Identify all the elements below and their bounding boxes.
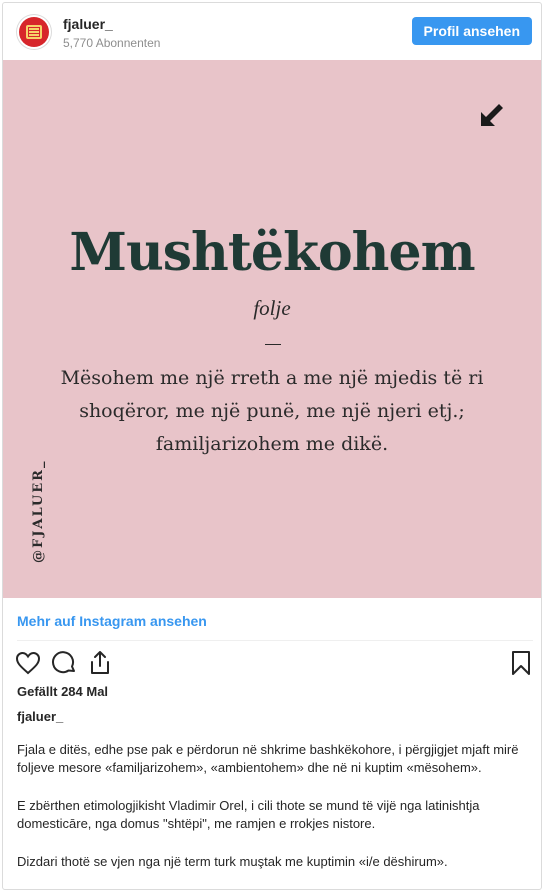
divider bbox=[17, 640, 533, 641]
action-bar bbox=[3, 649, 541, 677]
caption-paragraph: Fjala e ditës, edhe pse pak e përdorun n… bbox=[17, 742, 519, 775]
caption: Fjala e ditës, edhe pse pak e përdorun n… bbox=[17, 741, 529, 889]
comment-icon[interactable] bbox=[50, 649, 78, 677]
divider bbox=[265, 344, 281, 345]
arrow-down-left-icon bbox=[481, 104, 503, 126]
view-more-link[interactable]: Mehr auf Instagram ansehen bbox=[17, 613, 207, 629]
caption-paragraph: E zbërthen etimologjikisht Vladimir Orel… bbox=[17, 798, 480, 831]
logo-icon bbox=[26, 25, 42, 39]
post-word: Mushtëkohem bbox=[69, 222, 475, 283]
username[interactable]: fjaluer_ bbox=[63, 16, 113, 32]
instagram-embed: fjaluer_ 5,770 Abonnenten Profil ansehen… bbox=[2, 2, 542, 890]
bookmark-icon[interactable] bbox=[507, 649, 535, 677]
post-header: fjaluer_ 5,770 Abonnenten Profil ansehen bbox=[3, 3, 541, 60]
share-icon[interactable] bbox=[86, 649, 114, 677]
caption-paragraph: Dizdari thotë se vjen nga një term turk … bbox=[17, 854, 448, 869]
watermark-handle: @FJALUER_ bbox=[31, 459, 46, 563]
avatar-logo bbox=[19, 17, 49, 47]
part-of-speech: folje bbox=[253, 296, 291, 320]
post-image[interactable]: Mushtëkohem folje Mësohem me një rreth a… bbox=[3, 60, 541, 598]
heart-icon[interactable] bbox=[14, 649, 42, 677]
caption-username[interactable]: fjaluer_ bbox=[17, 709, 63, 724]
subscriber-count: 5,770 Abonnenten bbox=[63, 36, 161, 50]
like-count[interactable]: Gefällt 284 Mal bbox=[17, 684, 108, 699]
avatar[interactable] bbox=[16, 14, 52, 50]
definition: Mësohem me një rreth a me një mjedis të … bbox=[60, 367, 484, 455]
view-profile-button[interactable]: Profil ansehen bbox=[411, 17, 532, 45]
